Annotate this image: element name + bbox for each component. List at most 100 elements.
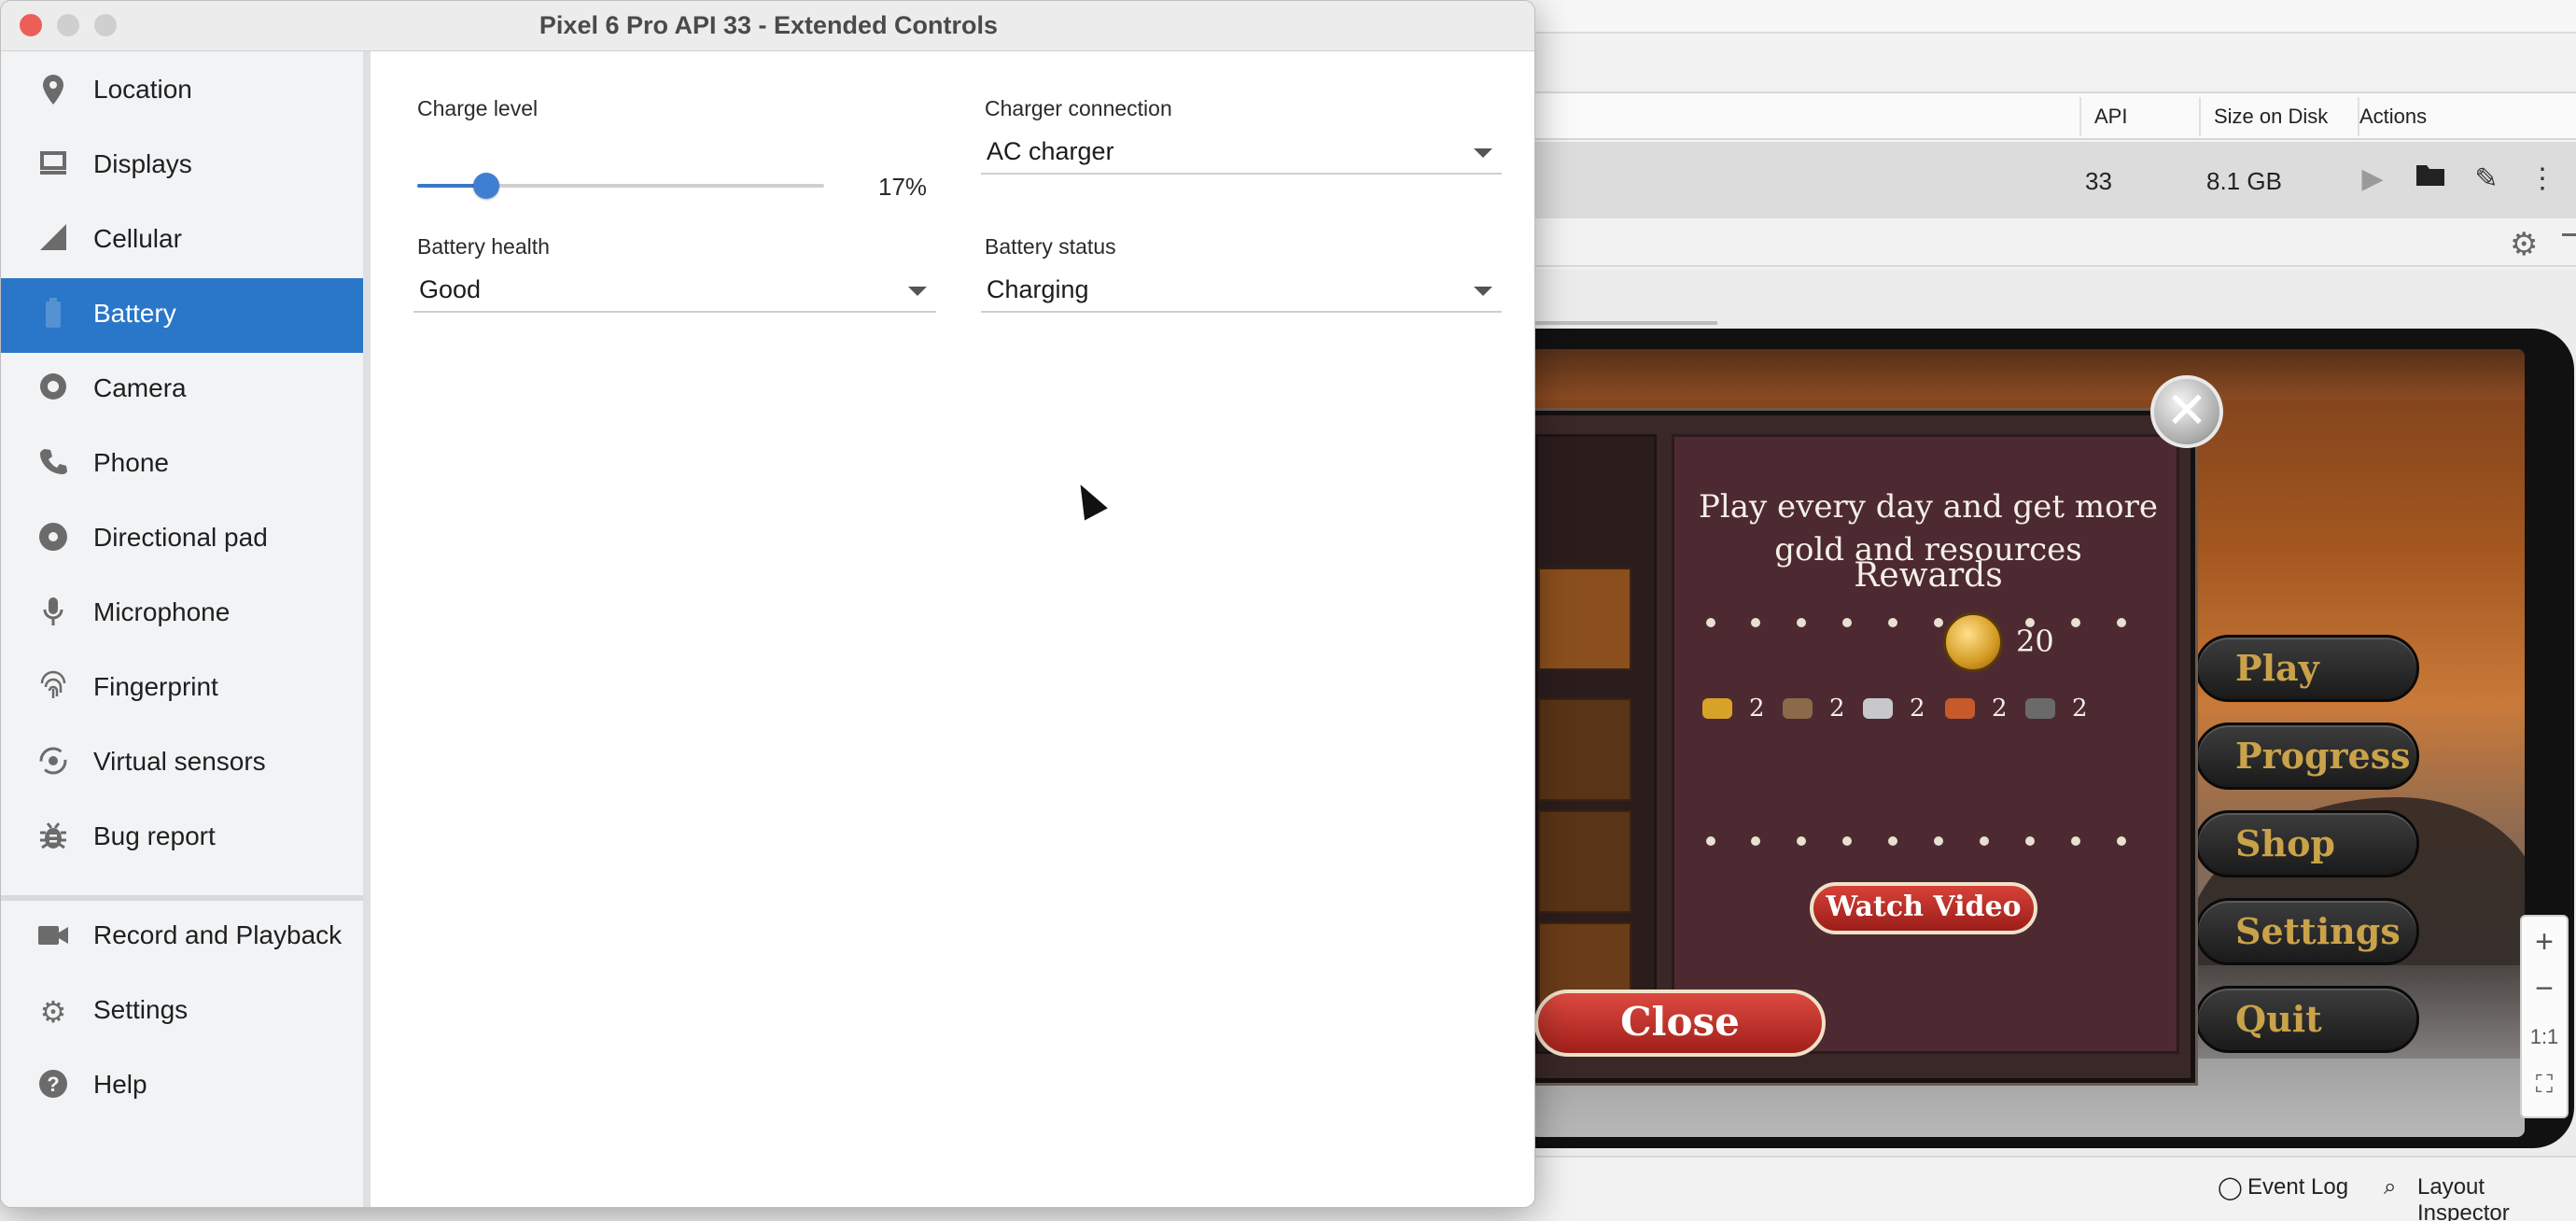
resource-amount: 2 <box>1829 695 1845 723</box>
battery-health-select[interactable]: Good <box>413 268 936 313</box>
sidebar-item-cellular[interactable]: Cellular <box>1 204 363 278</box>
chevron-down-icon <box>1474 148 1492 158</box>
game-menu-quit[interactable]: Quit <box>2195 986 2419 1053</box>
clay-bricks-icon <box>1945 698 1975 719</box>
sidebar-item-microphone[interactable]: Microphone <box>1 577 363 652</box>
edit-icon[interactable]: ✎ <box>2468 161 2505 198</box>
tab-indicator <box>1531 321 1717 325</box>
sidebar-item-virtual-sensors[interactable]: Virtual sensors <box>1 726 363 801</box>
zoom-one-to-one-button[interactable]: 1:1 <box>2522 1025 2567 1049</box>
window-titlebar: Pixel 6 Pro API 33 - Extended Controls <box>1 1 1534 51</box>
play-icon[interactable]: ▶ <box>2354 161 2391 198</box>
emulator-toolbar: ⚙ <box>1531 220 2576 267</box>
sidebar-item-location[interactable]: Location <box>1 54 363 129</box>
fingerprint-icon <box>35 670 72 708</box>
resource-amount: 2 <box>1992 695 2008 723</box>
sidebar-item-label: Displays <box>93 149 192 178</box>
sidebar-item-label: Help <box>93 1070 147 1099</box>
resource-amount: 2 <box>1910 695 1925 723</box>
event-log-icon[interactable]: ◯ <box>2218 1174 2243 1201</box>
sidebar-item-camera[interactable]: Camera <box>1 353 363 428</box>
gold-amount: 20 <box>2016 624 2054 659</box>
sidebar-item-label: Location <box>93 75 192 104</box>
dpad-icon <box>35 521 72 558</box>
charge-level-label: Charge level <box>417 96 539 120</box>
gear-icon: ⚙ <box>39 994 67 1030</box>
sidebar-item-label: Phone <box>93 448 169 477</box>
sidebar-item-phone[interactable]: Phone <box>1 428 363 502</box>
close-icon[interactable]: ✕ <box>2150 375 2223 448</box>
game-menu-shop[interactable]: Shop <box>2195 810 2419 877</box>
sidebar-item-fingerprint[interactable]: Fingerprint <box>1 652 363 726</box>
battery-panel: Charge level Charger connection AC charg… <box>371 51 1534 1207</box>
rewards-heading: Rewards <box>1854 556 2003 595</box>
folder-icon[interactable] <box>2412 161 2449 198</box>
battery-status-label: Battery status <box>985 234 1116 259</box>
gold-bars-icon <box>1702 698 1732 719</box>
zoom-out-button[interactable]: − <box>2522 971 2567 1007</box>
sidebar-item-label: Virtual sensors <box>93 747 266 776</box>
charge-level-value: 17% <box>878 173 928 201</box>
watch-video-button[interactable]: Watch Video <box>1810 882 2037 934</box>
chevron-down-icon <box>1474 287 1492 296</box>
close-button[interactable]: Close <box>1534 989 1826 1057</box>
device-row[interactable]: 33 8.1 GB ▶ ✎ ⋮ <box>1531 142 2576 218</box>
ide-status-bar: ◯ Event Log ⌕ Layout Inspector <box>1531 1156 2576 1221</box>
sidebar-item-label: Microphone <box>93 597 231 626</box>
event-log-link[interactable]: Event Log <box>2247 1174 2348 1200</box>
sidebar-item-label: Fingerprint <box>93 672 218 701</box>
column-separator <box>2199 97 2201 136</box>
more-vert-icon[interactable]: ⋮ <box>2524 161 2561 198</box>
layout-inspector-link[interactable]: Layout Inspector <box>2417 1174 2576 1221</box>
daily-reward-dialog: Play every day and get more gold and res… <box>1531 411 2195 1083</box>
reward-slot <box>1538 698 1631 801</box>
sidebar-item-battery[interactable]: Battery <box>1 278 363 353</box>
videocam-icon <box>35 919 72 956</box>
sidebar-item-label: Settings <box>93 995 189 1024</box>
sidebar-item-label: Record and Playback <box>93 920 343 949</box>
slider-thumb[interactable] <box>473 173 500 199</box>
signal-icon <box>35 222 72 260</box>
display-icon <box>35 147 72 185</box>
minimize-icon[interactable] <box>2562 233 2576 236</box>
zoom-in-button[interactable]: + <box>2522 924 2567 961</box>
location-pin-icon <box>35 73 72 110</box>
dot-divider <box>1674 836 2182 849</box>
battery-status-select[interactable]: Charging <box>981 268 1502 313</box>
gear-icon[interactable]: ⚙ <box>2510 226 2538 263</box>
battery-status-value: Charging <box>987 275 1089 303</box>
sidebar-item-settings[interactable]: ⚙ Settings <box>1 975 363 1049</box>
extended-controls-window: Pixel 6 Pro API 33 - Extended Controls L… <box>0 0 1535 1208</box>
reward-slot <box>1538 568 1631 670</box>
game-menu-play[interactable]: Play <box>2195 635 2419 702</box>
sidebar: Location Displays Cellular Battery Camer… <box>1 51 371 1207</box>
zoom-controls: + − 1:1 ⛶ <box>2520 915 2569 1118</box>
game-menu-progress[interactable]: Progress <box>2195 723 2419 790</box>
sidebar-item-help[interactable]: ? Help <box>1 1049 363 1124</box>
column-header-api[interactable]: API <box>2094 105 2127 129</box>
sidebar-item-label: Cellular <box>93 224 182 253</box>
charge-level-slider[interactable] <box>417 173 824 199</box>
dot-divider <box>1674 618 2182 631</box>
charger-connection-select[interactable]: AC charger <box>981 130 1502 175</box>
rotate-icon <box>35 745 72 782</box>
column-separator <box>2079 97 2081 136</box>
resource-amount: 2 <box>1749 695 1765 723</box>
reward-side-panel <box>1535 434 1657 1054</box>
camera-icon <box>35 372 72 409</box>
sidebar-item-record-and-playback[interactable]: Record and Playback <box>1 900 363 975</box>
microphone-icon <box>35 596 72 633</box>
sidebar-item-bug-report[interactable]: Bug report <box>1 801 363 876</box>
help-icon: ? <box>35 1068 72 1105</box>
column-header-size[interactable]: Size on Disk <box>2214 105 2328 129</box>
device-table-header: API Size on Disk Actions <box>1531 93 2576 140</box>
sidebar-item-label: Camera <box>93 373 187 402</box>
sidebar-item-label: Directional pad <box>93 523 268 552</box>
sidebar-item-directional-pad[interactable]: Directional pad <box>1 502 363 577</box>
device-api: 33 <box>2085 167 2112 195</box>
layout-inspector-icon[interactable]: ⌕ <box>2384 1174 2396 1200</box>
sidebar-item-displays[interactable]: Displays <box>1 129 363 204</box>
fit-screen-icon[interactable]: ⛶ <box>2522 1070 2567 1100</box>
column-header-actions[interactable]: Actions <box>2359 105 2427 129</box>
game-menu-settings[interactable]: Settings <box>2195 898 2419 965</box>
